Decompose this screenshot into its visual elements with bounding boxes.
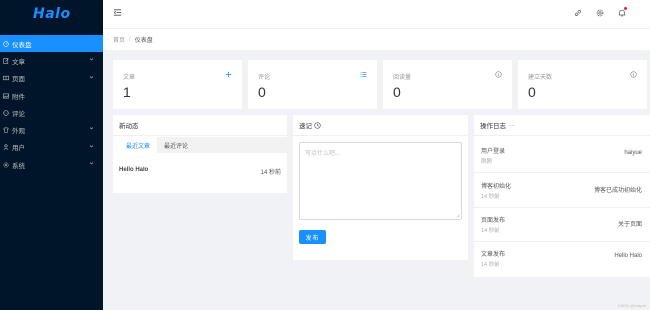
stat-label: 阅读量 [393,75,412,81]
post-title[interactable]: Hello Halo [119,167,148,173]
stat-label: 评论 [258,75,271,81]
sidebar-item-pages[interactable]: 页面 [0,70,103,87]
publish-button[interactable]: 发布 [299,230,326,244]
dashboard-icon [3,40,9,47]
sidebar-item-label: 附件 [12,93,25,101]
logo-text: Halo [33,6,71,22]
breadcrumb: 首页 / 仪表盘 [103,28,650,50]
log-item: 文章发布 14 秒前 Hello Halo [474,242,650,276]
sidebar-menu: 仪表盘 文章 页面 附件 评论 外观 用户 系统 [0,35,103,173]
info-circle-icon[interactable] [495,71,502,78]
plus-icon[interactable] [225,71,232,78]
user-icon [3,144,9,151]
sidebar-item-label: 页面 [12,76,25,84]
log-panel: 操作日志 ··· 用户登录 刚刚 haiyue 博客初始化 14 秒前 博客已成… [474,115,650,277]
message-icon [3,110,9,116]
menu-fold-icon[interactable] [113,8,122,17]
sidebar-item-label: 文章 [12,58,25,66]
log-time: 14 秒前 [481,228,500,234]
sidebar-item-comments[interactable]: 评论 [0,104,103,121]
panel-title-text: 操作日志 [480,123,506,130]
log-time: 14 秒前 [481,194,500,200]
activity-panel: 新动态 最近文章 最近评论 Hello Halo 14 秒前 [113,115,287,193]
breadcrumb-current: 仪表盘 [134,38,153,44]
sidebar-item-system[interactable]: 系统 [0,156,103,173]
sidebar-item-label: 系统 [12,162,25,170]
sidebar-item-label: 评论 [12,110,25,118]
log-content: haiyue [624,150,642,156]
sidebar-item-label: 用户 [12,145,25,153]
breadcrumb-home[interactable]: 首页 [113,35,125,44]
log-item: 博客初始化 14 秒前 博客已成功初始化 [474,174,650,208]
panel-title-text: 速记 [299,123,312,130]
setting-icon [3,162,9,168]
chevron-down-icon [89,145,94,148]
chevron-down-icon [89,58,94,61]
history-icon[interactable] [314,121,321,129]
stat-value: 0 [393,84,401,100]
activity-tabs: 最近文章 最近评论 [119,137,287,153]
info-circle-icon[interactable] [630,71,637,78]
log-type: 页面发布 [481,218,506,224]
bell-icon[interactable] [618,9,626,17]
list-item[interactable]: Hello Halo 14 秒前 [119,165,281,179]
log-type: 用户登录 [481,149,506,155]
stat-value: 1 [123,84,131,100]
memo-textarea[interactable]: 写点什么吧... [299,142,462,220]
stat-card-days: 建立天数 0 [518,60,647,109]
log-item: 用户登录 刚刚 haiyue [474,139,650,173]
sidebar: Halo 仪表盘 文章 页面 附件 评论 外观 用户 系统 [0,0,103,310]
watermark: CSDN @haiyue [617,303,646,308]
memo-panel: 速记 写点什么吧... 发布 [293,115,468,260]
breadcrumb-separator: / [129,36,131,43]
sidebar-item-label: 外观 [12,128,25,136]
sidebar-item-label: 仪表盘 [12,41,32,49]
form-icon [3,58,9,64]
chevron-down-icon [89,162,94,165]
resize-handle-icon[interactable] [455,213,460,218]
log-content: 关于页面 [617,222,642,228]
post-time: 14 秒前 [260,170,281,176]
log-type: 文章发布 [481,252,506,258]
log-content: 博客已成功初始化 [593,188,642,194]
sidebar-item-dashboard[interactable]: 仪表盘 [0,35,103,53]
sidebar-item-posts[interactable]: 文章 [0,52,103,69]
setting-icon[interactable] [596,9,604,17]
tab-recent-posts[interactable]: 最近文章 [119,137,158,153]
picture-icon [3,93,9,99]
notification-badge [624,7,627,10]
stat-card-posts: 文章 1 [113,60,242,109]
log-content: Hello Halo [614,253,642,259]
stat-card-comments: 评论 0 [248,60,377,109]
panel-title: 操作日志 ··· [474,115,650,136]
stat-label: 文章 [123,75,136,81]
tab-recent-comments[interactable]: 最近评论 [157,137,195,153]
log-time: 14 秒前 [481,262,500,268]
logo[interactable]: Halo [0,0,103,28]
panel-title: 新动态 [113,115,287,136]
stat-value: 0 [528,84,536,100]
stat-card-views: 阅读量 0 [383,60,512,109]
log-time: 刚刚 [481,159,493,165]
unordered-list-icon[interactable] [360,71,367,78]
read-icon [3,75,9,81]
top-header [103,0,650,28]
memo-placeholder: 写点什么吧... [305,151,341,157]
sidebar-item-users[interactable]: 用户 [0,139,103,156]
skin-icon [3,127,9,133]
chevron-down-icon [89,127,94,130]
log-item: 页面发布 14 秒前 关于页面 [474,208,650,242]
panel-title: 速记 [293,115,468,136]
sidebar-item-attachments[interactable]: 附件 [0,87,103,104]
stat-label: 建立天数 [528,75,553,81]
log-type: 博客初始化 [481,184,512,190]
sidebar-item-appearance[interactable]: 外观 [0,121,103,138]
stat-value: 0 [258,84,266,100]
chevron-down-icon [89,75,94,79]
link-icon[interactable] [574,9,582,17]
more-icon[interactable]: ··· [509,122,516,129]
